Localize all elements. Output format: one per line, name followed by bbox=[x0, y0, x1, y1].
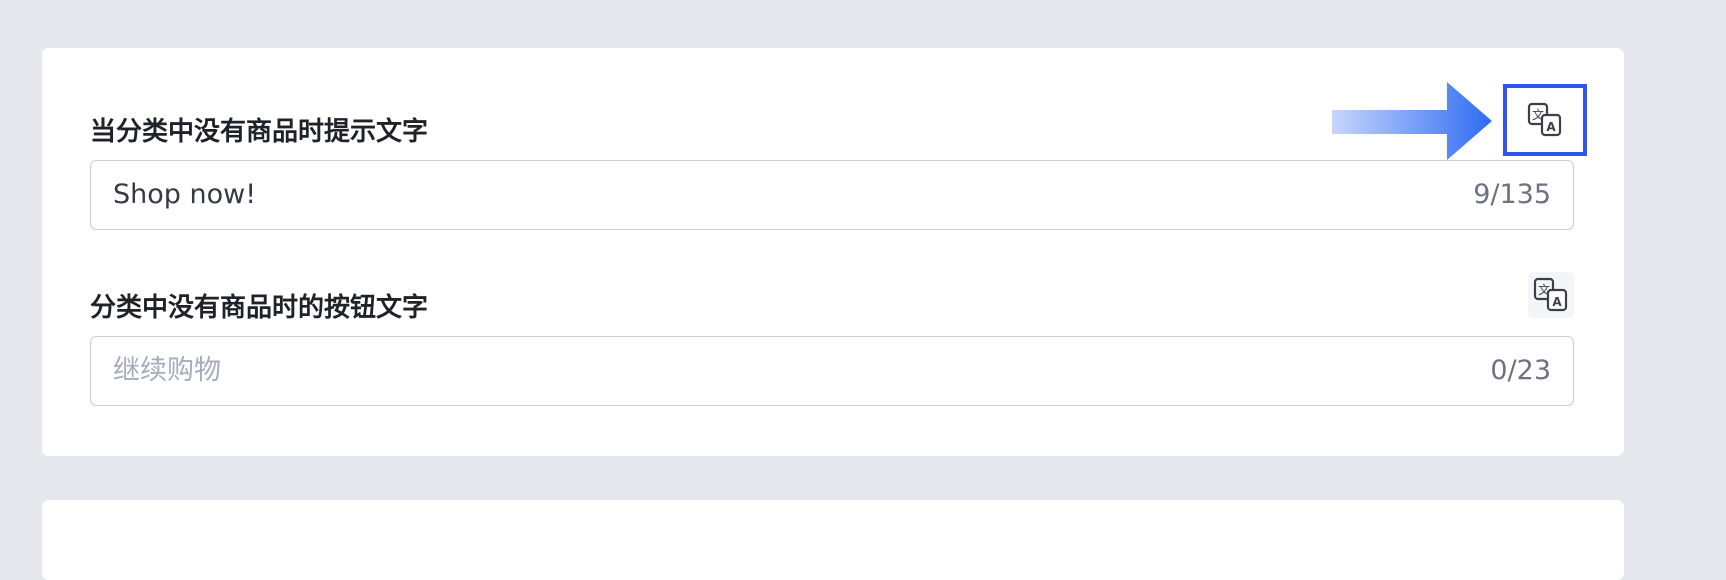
field-label-empty-category-button: 分类中没有商品时的按钮文字 bbox=[90, 293, 429, 323]
svg-text:A: A bbox=[1546, 120, 1556, 134]
translate-button-highlighted[interactable]: 文 A bbox=[1503, 84, 1587, 156]
translate-button[interactable]: 文 A bbox=[1528, 272, 1574, 318]
empty-category-button-input[interactable]: 继续购物 0/23 bbox=[90, 336, 1574, 406]
input-value: Shop now! bbox=[113, 179, 257, 210]
input-placeholder: 继续购物 bbox=[113, 355, 221, 386]
char-counter: 9/135 bbox=[1473, 179, 1551, 210]
svg-text:A: A bbox=[1552, 295, 1562, 309]
next-settings-card bbox=[42, 500, 1624, 580]
field-label-empty-category-tip: 当分类中没有商品时提示文字 bbox=[90, 117, 429, 147]
annotation-arrow-icon bbox=[1332, 82, 1492, 160]
char-counter: 0/23 bbox=[1490, 355, 1551, 386]
empty-category-tip-input[interactable]: Shop now! 9/135 bbox=[90, 160, 1574, 230]
translate-icon: 文 A bbox=[1527, 102, 1562, 137]
translate-icon: 文 A bbox=[1533, 277, 1568, 312]
